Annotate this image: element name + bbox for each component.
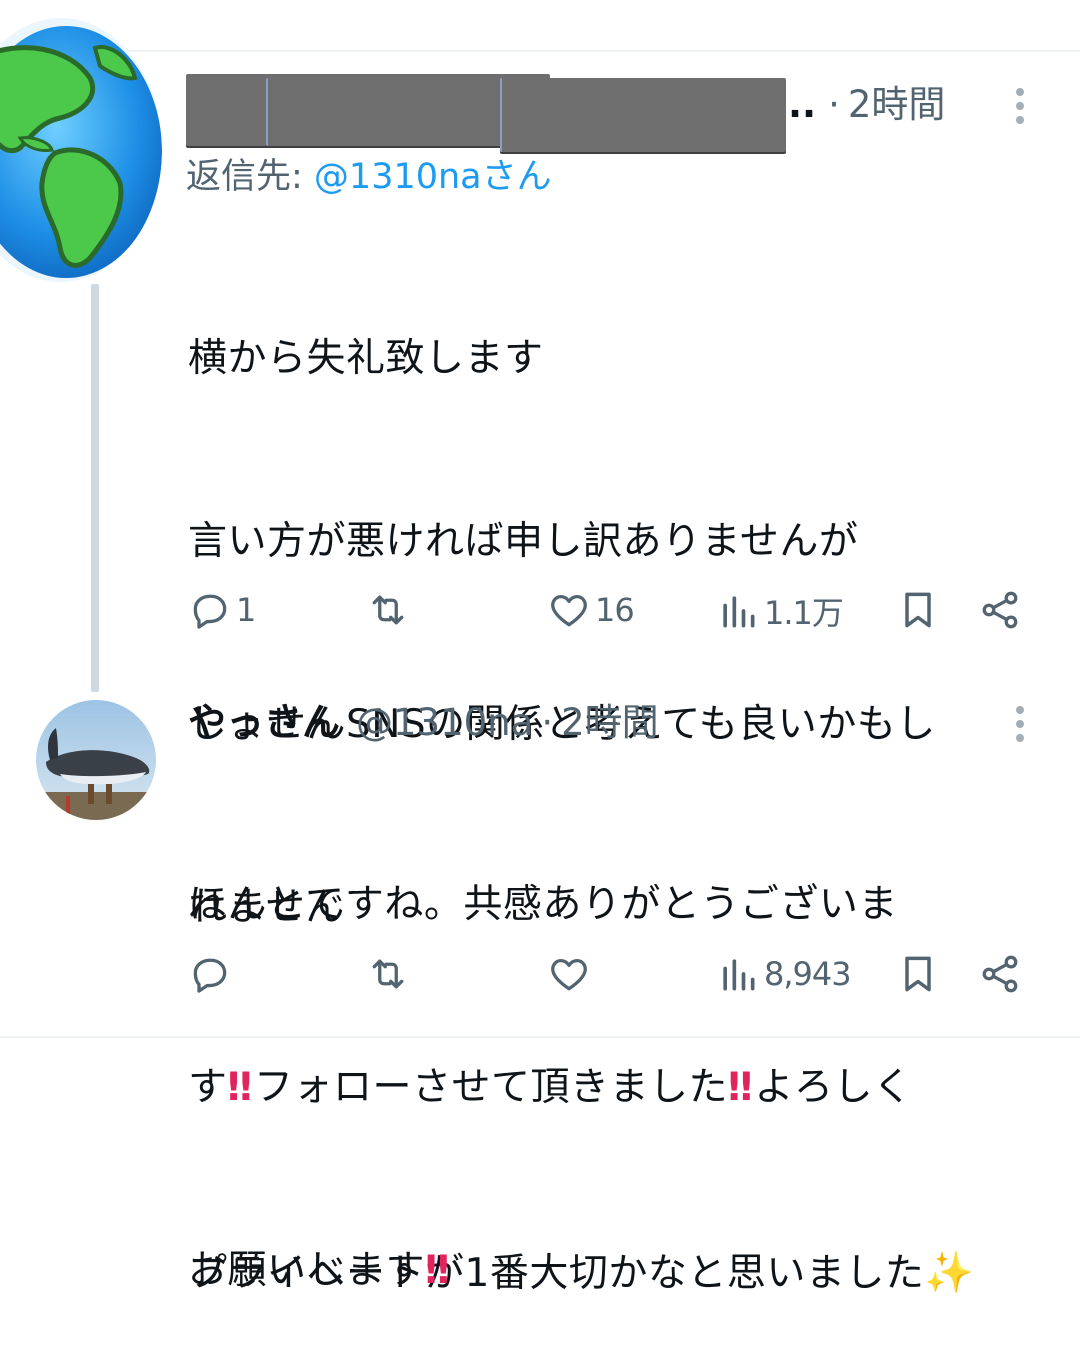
avatar-globe[interactable] <box>0 18 162 282</box>
tweet2-body: ほんとですね。共感ありがとうございま す‼ フォローさせて頂きました‼ よろしく お… <box>188 752 912 1362</box>
name-ellipsis: .. <box>788 83 817 126</box>
tweet2-text: フォローさせて頂きました <box>253 1065 728 1110</box>
share-icon <box>982 955 1018 993</box>
header-separator: · <box>828 83 840 126</box>
tweet2-text: お願いします <box>188 1248 426 1293</box>
tweet1-header: .. · 2時間 <box>788 86 945 123</box>
more-icon[interactable] <box>1015 706 1025 748</box>
tweet-time[interactable]: 2時間 <box>848 86 946 123</box>
reply-to-mention[interactable]: @1310naさん <box>314 157 552 197</box>
retweet-button[interactable] <box>366 588 410 632</box>
bookmark-icon <box>905 956 931 992</box>
bookmark-button[interactable] <box>896 588 940 632</box>
double-exclamation-emoji: ‼ <box>425 1248 450 1293</box>
double-exclamation-emoji: ‼ <box>227 1065 253 1110</box>
reply-icon <box>193 594 227 629</box>
views-button[interactable]: 8,943 <box>716 952 852 996</box>
reply-button[interactable] <box>188 952 232 996</box>
retweet-icon <box>372 959 404 989</box>
views-count: 8,943 <box>764 955 852 993</box>
top-divider <box>0 50 1080 52</box>
like-button[interactable]: 16 <box>547 588 635 632</box>
bookmark-button[interactable] <box>896 952 940 996</box>
retweet-button[interactable] <box>366 952 410 996</box>
tweet2-line: す‼ フォローさせて頂きました‼ よろしく <box>188 1057 912 1118</box>
display-name[interactable]: やっさん <box>188 703 340 741</box>
header-separator: · <box>541 700 554 744</box>
tweet1-line: 言い方が悪ければ申し訳ありませんが <box>188 519 859 564</box>
tweet2-text: す <box>188 1065 228 1110</box>
tweet1-action-bar: 1 16 1.1万 <box>0 588 1080 648</box>
reply-to-prefix: 返信先: <box>186 157 314 197</box>
sparkles-emoji: ✨ <box>924 1250 975 1296</box>
like-count: 16 <box>595 591 635 629</box>
tweet2-text: よろしく <box>754 1065 913 1110</box>
share-button[interactable] <box>978 588 1022 632</box>
redacted-name-block <box>500 78 786 152</box>
views-icon <box>723 959 755 991</box>
globe-avatar-image <box>0 18 162 282</box>
views-count: 1.1万 <box>764 594 844 632</box>
bookmark-icon <box>905 592 931 628</box>
bottom-divider <box>0 1036 1080 1038</box>
more-icon[interactable] <box>1015 88 1025 130</box>
like-icon <box>551 958 587 991</box>
tweet2-line: ほんとですね。共感ありがとうございま <box>188 882 898 927</box>
share-icon <box>982 591 1018 629</box>
avatar-whale[interactable] <box>36 700 156 820</box>
tweet2-header: やっさん @1310na · 2時間 <box>188 703 659 741</box>
tweet-time[interactable]: 2時間 <box>561 704 659 741</box>
tweet2-action-bar: 8,943 <box>0 952 1080 1012</box>
retweet-icon <box>372 595 404 625</box>
share-button[interactable] <box>978 952 1022 996</box>
whale-avatar-image <box>36 700 156 820</box>
views-button[interactable]: 1.1万 <box>716 588 844 634</box>
tweet2-line: お願いします‼ <box>188 1240 912 1301</box>
reply-count: 1 <box>236 591 256 629</box>
like-icon <box>551 594 587 627</box>
user-handle[interactable]: @1310na <box>356 704 533 741</box>
like-button[interactable] <box>547 952 591 996</box>
reply-button[interactable]: 1 <box>188 588 256 632</box>
reply-icon <box>193 958 227 993</box>
reply-to-line: 返信先: @1310naさん <box>186 148 552 199</box>
double-exclamation-emoji: ‼ <box>727 1065 753 1110</box>
tweet1-line: 横から失礼致します <box>188 336 544 381</box>
views-icon <box>723 596 755 628</box>
